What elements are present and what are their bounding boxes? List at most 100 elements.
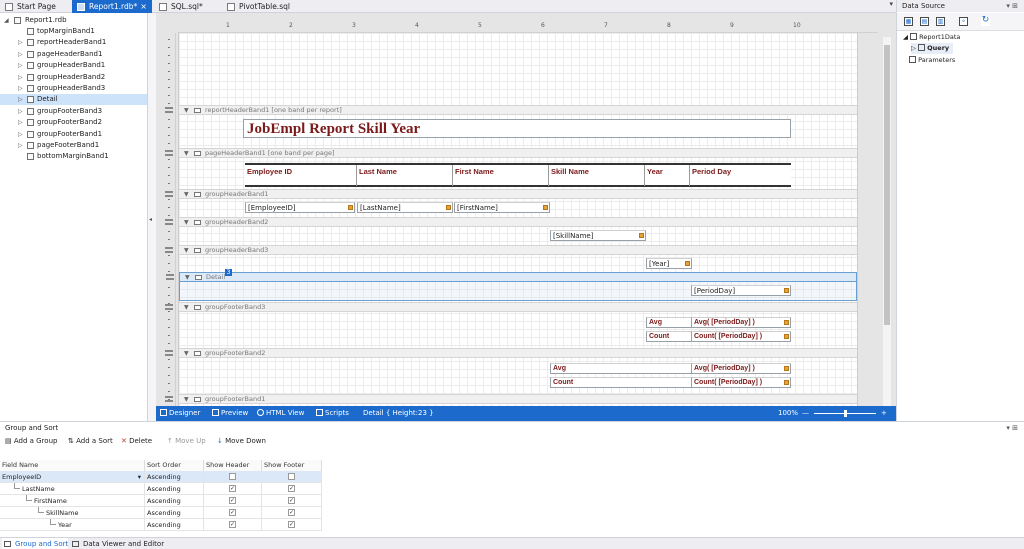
field-smart-tag-icon[interactable] [784, 288, 789, 293]
expand-arrow-icon[interactable]: ▷ [18, 140, 23, 151]
delete-button[interactable]: ✕ Delete [121, 434, 152, 448]
header-period-day[interactable]: Period Day [690, 165, 788, 186]
expand-arrow-icon[interactable]: ▷ [18, 60, 23, 71]
tab-start-page[interactable]: Start Page [0, 0, 70, 13]
detail-band[interactable]: ▼ Detail [166, 272, 857, 282]
band-collapse-icon[interactable]: ▼ [184, 106, 189, 115]
group-header-band-1[interactable]: ▼ groupHeaderBand1 [165, 189, 857, 199]
show-header-checkbox[interactable]: ✓ [229, 521, 236, 528]
field-name-cell[interactable]: FirstName [0, 495, 145, 507]
designer-vertical-scrollbar[interactable] [883, 37, 891, 407]
sort-order-cell[interactable]: Ascending [145, 483, 204, 495]
field-name-cell[interactable]: SkillName [0, 507, 145, 519]
band-collapse-icon[interactable]: ▼ [184, 190, 189, 199]
close-tab-icon[interactable]: × [140, 0, 147, 13]
field-period-day[interactable]: [PeriodDay] [691, 285, 791, 296]
show-footer-checkbox[interactable]: ✓ [288, 485, 295, 492]
group-footer-band-1[interactable]: ▼ groupFooterBand1 [165, 394, 857, 404]
move-down-button[interactable]: ↓ Move Down [217, 434, 266, 448]
show-footer-checkbox[interactable]: ✓ [288, 497, 295, 504]
show-header-checkbox[interactable] [229, 473, 236, 480]
tab-report1[interactable]: Report1.rdb* × [72, 0, 152, 13]
band-collapse-icon[interactable]: ▼ [184, 395, 189, 404]
band-grip-icon[interactable] [165, 191, 173, 197]
tab-group-and-sort[interactable]: Group and Sort [2, 538, 69, 549]
band-grip-icon[interactable] [165, 350, 173, 356]
footer3-count-label[interactable]: Count [646, 331, 692, 342]
table-row[interactable]: Year Ascending ✓ ✓ [0, 519, 322, 531]
field-smart-tag-icon[interactable] [639, 233, 644, 238]
column-show-footer[interactable]: Show Footer [262, 460, 322, 471]
scrollbar-thumb[interactable] [884, 45, 890, 325]
dropdown-icon[interactable]: ▾ [138, 471, 141, 483]
band-grip-icon[interactable] [165, 107, 173, 113]
footer2-count-expression[interactable]: Count( [PeriodDay] ) [691, 377, 791, 388]
field-smart-tag-icon[interactable] [685, 261, 690, 266]
band-grip-icon[interactable] [166, 274, 174, 280]
band-collapse-icon[interactable]: ▼ [184, 303, 189, 312]
band-collapse-icon[interactable]: ▼ [184, 246, 189, 255]
preview-button[interactable]: Preview [212, 406, 248, 421]
collapse-arrow-icon[interactable]: ◢ [903, 33, 908, 41]
tree-splitter[interactable]: ◂ [148, 13, 156, 421]
footer2-avg-label[interactable]: Avg [550, 363, 692, 374]
column-field-name[interactable]: Field Name [0, 460, 145, 471]
field-name-cell[interactable]: EmployeeID ▾ [0, 471, 145, 483]
ds-tree-query[interactable]: ▷ Query [911, 43, 954, 54]
footer3-avg-expression[interactable]: Avg( [PeriodDay] ) [691, 317, 791, 328]
add-datasource-icon[interactable]: ▦ [904, 17, 913, 26]
tree-item[interactable]: ▷ pageHeaderBand1 [0, 49, 147, 60]
show-header-checkbox[interactable]: ✓ [229, 497, 236, 504]
group-header-band-2[interactable]: ▼ groupHeaderBand2 [165, 217, 857, 227]
field-smart-tag-icon[interactable] [784, 334, 789, 339]
ds-tree-parameters[interactable]: Parameters [909, 55, 955, 66]
report-header-band[interactable]: ▼ reportHeaderBand1 [one band per report… [165, 105, 857, 115]
collapse-panel-icon[interactable]: ◂ [149, 216, 152, 223]
field-first-name[interactable]: [FirstName] [454, 202, 550, 213]
page-header-band[interactable]: ▼ pageHeaderBand1 [one band per page] [165, 148, 857, 158]
field-smart-tag-icon[interactable] [784, 380, 789, 385]
expand-arrow-icon[interactable]: ▷ [18, 83, 23, 94]
sort-order-cell[interactable]: Ascending [145, 507, 204, 519]
show-footer-checkbox[interactable]: ✓ [288, 509, 295, 516]
expand-arrow-icon[interactable]: ▷ [18, 94, 23, 105]
field-smart-tag-icon[interactable] [784, 320, 789, 325]
field-smart-tag-icon[interactable] [784, 366, 789, 371]
field-smart-tag-icon[interactable] [543, 205, 548, 210]
header-skill-name[interactable]: Skill Name [549, 165, 645, 186]
tree-item[interactable]: ▷ reportHeaderBand1 [0, 37, 147, 48]
zoom-in-button[interactable]: + [881, 406, 887, 421]
zoom-slider-thumb[interactable] [844, 410, 847, 417]
tree-root[interactable]: ◢ Report1.rdb [0, 15, 147, 26]
ds-tree-root[interactable]: ◢ Report1Data [903, 32, 960, 43]
tab-list-dropdown[interactable]: ▾ [889, 0, 893, 8]
tab-sql[interactable]: SQL.sql* [154, 0, 220, 13]
tree-item[interactable]: topMarginBand1 [0, 26, 147, 37]
pin-icon[interactable]: ▾ ⊞ [1006, 0, 1018, 12]
footer2-count-label[interactable]: Count [550, 377, 692, 388]
tree-item[interactable]: ▷ groupHeaderBand3 [0, 83, 147, 94]
refresh-icon[interactable]: ↻ [981, 16, 990, 26]
table-row[interactable]: LastName Ascending ✓ ✓ [0, 483, 322, 495]
designer-view-button[interactable]: Designer [160, 406, 200, 421]
report-title[interactable]: JobEmpl Report Skill Year [243, 119, 791, 138]
scripts-button[interactable]: Scripts [316, 406, 349, 421]
expand-arrow-icon[interactable]: ▷ [911, 44, 916, 52]
expand-arrow-icon[interactable]: ▷ [18, 129, 23, 140]
edit-query-icon[interactable]: ▤ [920, 17, 929, 26]
tree-item[interactable]: ▷ Detail [0, 94, 147, 106]
field-employee-id[interactable]: [EmployeeID] [245, 202, 355, 213]
sort-order-cell[interactable]: Ascending [145, 471, 204, 483]
show-header-checkbox[interactable]: ✓ [229, 485, 236, 492]
tab-pivottable[interactable]: PivotTable.sql [222, 0, 302, 13]
field-name-cell[interactable]: LastName [0, 483, 145, 495]
tree-item[interactable]: ▷ groupFooterBand3 [0, 106, 147, 117]
header-employee-id[interactable]: Employee ID [245, 165, 357, 186]
tree-item[interactable]: ▷ groupFooterBand2 [0, 117, 147, 128]
footer3-avg-label[interactable]: Avg [646, 317, 692, 328]
zoom-out-button[interactable]: — [802, 406, 809, 421]
band-grip-icon[interactable] [165, 396, 173, 402]
html-view-button[interactable]: HTML View [257, 406, 304, 421]
show-footer-checkbox[interactable]: ✓ [288, 521, 295, 528]
field-smart-tag-icon[interactable] [446, 205, 451, 210]
